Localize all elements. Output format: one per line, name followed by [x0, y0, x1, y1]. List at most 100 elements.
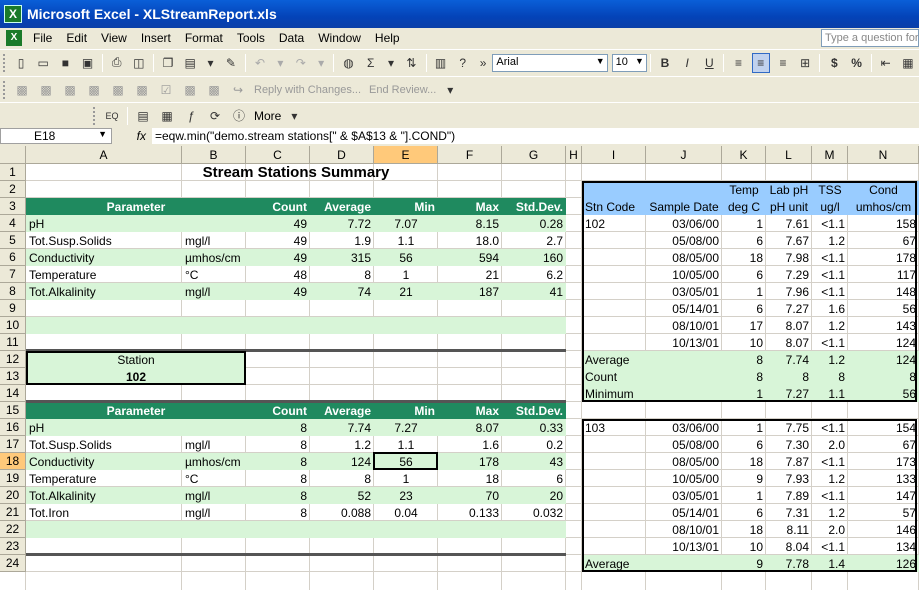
unit-cell[interactable]: mgl/l [182, 283, 246, 300]
right-cell[interactable] [646, 385, 722, 402]
right-cell[interactable]: 7.31 [766, 504, 812, 521]
value-cell[interactable]: 1.9 [310, 232, 374, 249]
undo-icon[interactable]: ↶ [251, 53, 269, 73]
align-center-icon[interactable]: ≡ [751, 52, 770, 73]
row-header-21[interactable]: 21 [0, 504, 26, 521]
value-cell[interactable]: 1.1 [374, 232, 438, 249]
right-cell[interactable]: Average [582, 555, 646, 572]
right-cell[interactable]: 1.1 [812, 385, 848, 402]
review-icon[interactable]: ▩ [12, 80, 32, 100]
right-cell[interactable]: 56 [848, 385, 919, 402]
right-cell[interactable]: 1.4 [812, 555, 848, 572]
right-cell[interactable]: 1.6 [812, 300, 848, 317]
right-cell[interactable] [646, 351, 722, 368]
right-cell[interactable]: 03/05/01 [646, 487, 722, 504]
unit-cell[interactable]: °C [182, 470, 246, 487]
right-cell[interactable]: 08/05/00 [646, 249, 722, 266]
right-cell[interactable] [582, 283, 646, 300]
row-header-24[interactable]: 24 [0, 555, 26, 572]
column-header-g[interactable]: G [502, 146, 566, 164]
right-cell[interactable]: 1.2 [812, 351, 848, 368]
format-painter-icon[interactable]: ✎ [222, 53, 240, 73]
value-cell[interactable]: 0.133 [438, 504, 502, 521]
right-cell[interactable]: 1.2 [812, 470, 848, 487]
name-box[interactable]: E18 ▼ [0, 128, 112, 144]
unit-cell[interactable]: mgl/l [182, 487, 246, 504]
right-header[interactable]: Sample Date [646, 198, 722, 215]
row-header-10[interactable]: 10 [0, 317, 26, 334]
column-label[interactable]: Count [246, 402, 310, 419]
row-header-17[interactable]: 17 [0, 436, 26, 453]
menu-file[interactable]: File [26, 31, 59, 45]
right-cell[interactable]: 8.07 [766, 317, 812, 334]
right-cell[interactable]: 7.78 [766, 555, 812, 572]
value-cell[interactable]: 7.07 [374, 215, 438, 232]
value-cell[interactable]: 0.04 [374, 504, 438, 521]
right-cell[interactable] [582, 334, 646, 351]
undo-dropdown-icon[interactable]: ▾ [273, 53, 288, 73]
row-header-7[interactable]: 7 [0, 266, 26, 283]
spreadsheet-grid[interactable]: A B C D E F G H I J K L M N 1 2 3 4 5 6 7 8 9 10 11 12 13 14 15 16 17 1… [0, 146, 919, 590]
right-cell[interactable]: 117 [848, 266, 919, 283]
parameter-cell[interactable]: Tot.Susp.Solids [26, 436, 182, 453]
row-header-11[interactable]: 11 [0, 334, 26, 351]
right-cell[interactable]: <1.1 [812, 487, 848, 504]
value-cell[interactable]: 8 [310, 266, 374, 283]
value-cell[interactable]: 7.72 [310, 215, 374, 232]
review-icon[interactable]: ▩ [36, 80, 56, 100]
autosum-dropdown-icon[interactable]: ▾ [384, 53, 399, 73]
copy-icon[interactable]: ❐ [159, 53, 177, 73]
row-header-4[interactable]: 4 [0, 215, 26, 232]
value-cell[interactable]: 43 [502, 453, 566, 470]
right-cell[interactable]: 134 [848, 538, 919, 555]
unit-cell[interactable]: µmhos/cm [182, 453, 246, 470]
eq-icon[interactable]: EQ [102, 106, 122, 126]
row-header-22[interactable]: 22 [0, 521, 26, 538]
row-header-6[interactable]: 6 [0, 249, 26, 266]
parameter-cell[interactable]: Tot.Iron [26, 504, 182, 521]
decrease-indent-icon[interactable]: ⇤ [877, 53, 895, 73]
permission-icon[interactable]: ▣ [78, 53, 96, 73]
review-icon[interactable]: ▩ [180, 80, 200, 100]
autosum-icon[interactable]: Σ [362, 53, 380, 73]
formula-input[interactable]: =eqw.min("demo.stream stations[" & $A$13… [152, 128, 919, 144]
row-header-1[interactable]: 1 [0, 164, 26, 181]
parameter-cell[interactable]: Tot.Susp.Solids [26, 232, 182, 249]
refresh-icon[interactable]: ⟳ [205, 106, 225, 126]
parameter-cell[interactable]: Temperature [26, 266, 182, 283]
unit-cell[interactable]: µmhos/cm [182, 249, 246, 266]
hyperlink-icon[interactable]: ◍ [339, 53, 357, 73]
right-cell[interactable]: 08/10/01 [646, 521, 722, 538]
right-cell[interactable] [582, 317, 646, 334]
parameter-cell[interactable]: pH [26, 419, 182, 436]
right-cell[interactable] [582, 453, 646, 470]
value-cell[interactable]: 49 [246, 249, 310, 266]
right-cell[interactable]: 7.98 [766, 249, 812, 266]
column-header-m[interactable]: M [812, 146, 848, 164]
right-cell[interactable]: 1 [722, 283, 766, 300]
station-label[interactable]: Station [26, 351, 246, 368]
right-cell[interactable]: <1.1 [812, 266, 848, 283]
right-cell[interactable]: 124 [848, 334, 919, 351]
right-cell[interactable]: 7.75 [766, 419, 812, 436]
value-cell[interactable]: 52 [310, 487, 374, 504]
right-cell[interactable] [582, 436, 646, 453]
right-cell[interactable] [582, 504, 646, 521]
right-cell[interactable]: 10/13/01 [646, 334, 722, 351]
print-icon[interactable]: ⎙ [108, 53, 126, 73]
align-right-icon[interactable]: ≡ [774, 53, 792, 73]
right-cell[interactable]: 6 [722, 232, 766, 249]
table-icon[interactable]: ▤ [133, 106, 153, 126]
value-cell[interactable]: 0.2 [502, 436, 566, 453]
value-cell[interactable]: 187 [438, 283, 502, 300]
ask-question-input[interactable]: Type a question for [821, 29, 919, 47]
column-label[interactable]: Average [310, 402, 374, 419]
reply-with-changes-button[interactable]: Reply with Changes... [250, 84, 365, 96]
more-button[interactable]: More [251, 109, 284, 123]
right-header[interactable]: umhos/cm [848, 198, 919, 215]
right-cell[interactable]: 1 [722, 215, 766, 232]
value-cell[interactable]: 8 [246, 453, 310, 470]
right-cell[interactable]: 67 [848, 436, 919, 453]
right-cell[interactable] [646, 368, 722, 385]
toolbar-options-icon[interactable]: » [476, 53, 491, 73]
